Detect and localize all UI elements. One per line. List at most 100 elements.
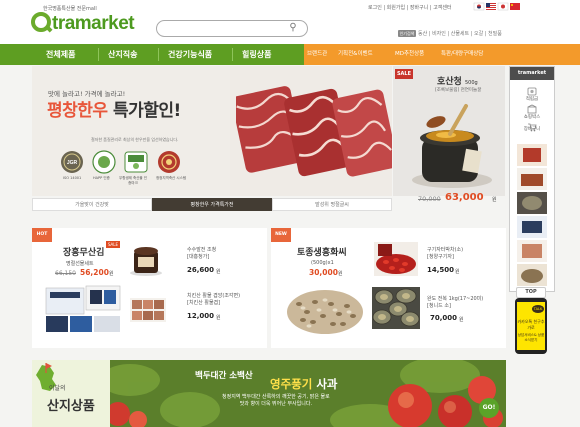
recent-item-thumb[interactable]	[517, 168, 547, 190]
new-badge: NEW	[271, 228, 291, 242]
price-unit: 원	[108, 271, 114, 277]
featured-original-price: 70,000	[418, 195, 441, 203]
quick-menu-cart[interactable]: 장바구니	[514, 126, 550, 132]
product-name[interactable]: 토종생흥화씨	[297, 245, 347, 258]
featured-price-unit: 원	[492, 197, 497, 203]
language-flags[interactable]	[473, 2, 520, 11]
nav-sub-bulk[interactable]: 특판/대량구매상담	[441, 44, 483, 65]
nav-divider	[232, 48, 233, 61]
price-unit: 원	[459, 317, 464, 323]
safflower-seeds-image[interactable]	[285, 282, 365, 336]
recent-item-thumb[interactable]	[517, 144, 547, 166]
product-original-price: 66,150	[55, 270, 76, 277]
search-icon[interactable]: ⚲	[286, 21, 300, 35]
nav-item-health[interactable]: 건강기능식품	[168, 44, 212, 65]
pickled-seafood-image[interactable]	[128, 294, 168, 326]
hero-title-rest: 특가할인!	[107, 101, 181, 121]
hero-description: 철저한 품질관리로 최상의 한우만을 엄선하였습니다.	[91, 137, 179, 142]
recent-item-thumb[interactable]	[517, 216, 547, 238]
scroll-top-button[interactable]: TOP	[516, 287, 546, 298]
seaweed-gift-set-image[interactable]	[44, 282, 124, 336]
banner-title-main: 영주풍기	[270, 377, 313, 391]
recent-item-thumb[interactable]	[517, 192, 547, 214]
abalone-image[interactable]	[372, 287, 420, 329]
cert-label: ISO 14001	[63, 176, 82, 180]
product-price: 56,200원	[80, 268, 114, 277]
quick-menu-logo: tramarket	[510, 67, 554, 80]
hero-tab-3[interactable]: 발성위 명절글씨	[272, 198, 392, 211]
shopping-box-icon[interactable]	[527, 104, 537, 114]
mini-product-price: 14,500	[427, 266, 455, 274]
product-price-value: 56,200	[80, 268, 109, 277]
banner-title-tail: 사과	[312, 377, 338, 391]
banner-label-big: 산지상품	[47, 399, 95, 414]
hero-title: 평창한우 특가할인!	[47, 96, 181, 121]
nav-item-direct[interactable]: 산지직송	[108, 44, 137, 65]
logo[interactable]: tramarket	[52, 13, 135, 35]
nav-divider	[158, 48, 159, 61]
japan-flag-icon	[497, 2, 509, 11]
featured-name: 호산청 500g	[437, 74, 478, 87]
mini-product-name[interactable]: 구기자터박차(소)	[427, 246, 463, 253]
honey-jar-image	[412, 104, 492, 188]
featured-weight: 500g	[464, 80, 478, 86]
price-unit: 원	[216, 269, 221, 275]
price-unit: 원	[337, 271, 343, 277]
kakao-subtext: 상담서비스& 상품소식받기	[517, 333, 545, 342]
mini-product-name[interactable]: 완도 전복 1kg(17~20미)	[427, 295, 483, 302]
grain-syrup-image[interactable]	[128, 243, 164, 277]
usa-flag-icon	[486, 3, 496, 10]
banner-desc-line: 맛과 향이 더욱 뛰어난 부사입니다.	[239, 401, 313, 407]
cert-label: 청정지역축산 시스템	[155, 176, 187, 180]
price-unit: 원	[216, 315, 221, 321]
recent-item-thumb[interactable]	[517, 240, 547, 262]
mini-product-price: 12,000	[187, 312, 215, 320]
featured-description: [조록보물림] 천연미늘꿀	[435, 88, 482, 93]
mini-product-price: 26,600	[187, 266, 215, 274]
price-unit: 원	[455, 269, 460, 275]
clean-region-badge-icon	[158, 151, 180, 173]
banner-title: 영주풍기 사과	[270, 376, 338, 392]
goji-tea-image[interactable]	[372, 240, 420, 278]
recent-item-thumb[interactable]	[517, 264, 547, 286]
sale-badge: SALE	[395, 69, 413, 79]
banner-desc-line: 청정지역 백두대간 산록하의 깨끗한 공기, 맑은 물로	[222, 394, 330, 400]
mini-product-name[interactable]: 수수발전 조청	[187, 246, 216, 253]
sale-tag: SALE	[106, 241, 120, 248]
top-links[interactable]: 로그인 | 회원가입 | 장바구니 | 고객센터	[368, 4, 452, 11]
banner-description: 청정지역 백두대간 산록하의 깨끗한 공기, 맑은 물로 맛과 향이 더욱 뛰어난…	[222, 394, 330, 408]
cert-label: HAPP 인증	[93, 176, 110, 180]
product-price-value: 30,000	[309, 268, 338, 277]
featured-name-text: 호산청	[437, 77, 462, 87]
quick-menu-points[interactable]: 적립금	[514, 96, 550, 102]
quick-menu-box[interactable]: 쇼핑박스	[514, 114, 550, 120]
kakao-talk-icon: TALK	[532, 305, 544, 313]
iso-badge-icon: JGR	[61, 151, 83, 173]
hero-tab-1[interactable]: 가을맞이 건강맞	[32, 198, 152, 211]
banner-label-small: 이달의	[49, 385, 66, 392]
hot-badge: HOT	[32, 228, 52, 242]
nav-sub-event[interactable]: 기획전&이벤트	[338, 44, 373, 65]
points-icon[interactable]	[527, 86, 537, 96]
beef-image	[230, 66, 392, 196]
logo-tagline: 한국명품특산물 전문mall	[43, 6, 97, 12]
product-subtitle: (500g)x1	[311, 260, 334, 266]
popular-keywords[interactable]: 동산 | 비자인 | 산물세트 | 오갈 | 천밀품	[418, 30, 502, 37]
go-button[interactable]: GO!	[479, 398, 499, 418]
mini-product-subname: [대흥청가]	[187, 254, 210, 260]
page: 한국명품특산물 전문mall tramarket ⚲ 로그인 | 회원가입 | …	[0, 0, 580, 427]
product-name[interactable]: 장흥무산김	[63, 245, 104, 258]
banner-subtitle: 백두대간 소백산	[195, 371, 253, 381]
cert-label: 무항생제 축산물 인증마크	[119, 176, 147, 185]
hero-tab-2[interactable]: 평창한우 가격특가전	[152, 198, 272, 211]
nav-item-healing[interactable]: 힐링상품	[242, 44, 271, 65]
hero-title-highlight: 평창한우	[47, 101, 108, 121]
featured-price: 63,000	[445, 192, 484, 203]
nav-sub-brand[interactable]: 브랜드관	[307, 44, 327, 65]
mini-product-name[interactable]: 치킨산 활물 겹앙(조각면)	[187, 292, 240, 299]
nav-sub-md[interactable]: MD추천상품	[395, 44, 424, 65]
nav-item-all[interactable]: 전체제품	[46, 44, 75, 65]
logo-icon[interactable]	[31, 12, 51, 32]
china-flag-icon	[510, 3, 520, 10]
mini-product-subname: [청양구기자]	[427, 254, 454, 260]
